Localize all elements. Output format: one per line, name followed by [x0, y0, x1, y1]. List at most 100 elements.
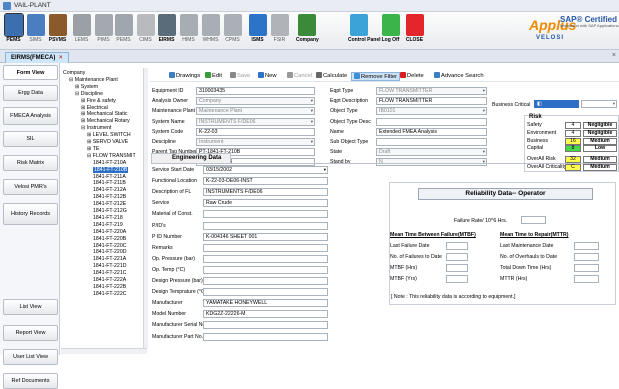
- field-input[interactable]: Maintenance Plant ▾: [196, 107, 315, 116]
- tree-node[interactable]: 1841-FT-212A: [93, 187, 126, 193]
- module-button-isms[interactable]: ISMS: [247, 14, 268, 43]
- tree-node[interactable]: ⊞ TE: [87, 146, 99, 152]
- mttr-row-input[interactable]: [574, 264, 599, 272]
- nav-list-view[interactable]: List View: [3, 299, 58, 315]
- mttr-row-input[interactable]: [574, 275, 599, 283]
- tree-node[interactable]: 1841-FT-219: [93, 222, 123, 228]
- module-button-control-panel[interactable]: Control Panel: [348, 14, 381, 43]
- eng-input[interactable]: [203, 288, 328, 297]
- module-button-pems[interactable]: PEMS: [113, 14, 134, 43]
- module-button-pems[interactable]: PEMS: [3, 13, 24, 43]
- module-button-psvms[interactable]: PSVMS: [47, 14, 68, 43]
- tab-eirms-fmeca[interactable]: EIRMS(FMECA) ×: [5, 52, 69, 63]
- tree-node[interactable]: ⊞ LEVEL SWITCH: [87, 132, 131, 138]
- eng-input[interactable]: [203, 210, 328, 219]
- failure-rate-input[interactable]: [521, 216, 546, 224]
- action-calculate[interactable]: Calculate: [316, 72, 347, 79]
- action-advance-search[interactable]: Advance Search: [434, 72, 484, 79]
- field-input[interactable]: FLOW TRANSMITTER: [376, 97, 487, 106]
- module-button-company[interactable]: Company: [296, 14, 319, 43]
- tree-node[interactable]: ⊞ Electrical: [81, 105, 108, 111]
- tree-node[interactable]: ⊟ FLOW TRANSMIT: [87, 153, 136, 159]
- action-save[interactable]: Save: [230, 72, 250, 79]
- field-input[interactable]: [376, 117, 487, 126]
- nav-history-records[interactable]: History Records: [3, 203, 58, 225]
- close-all-icon[interactable]: ×: [612, 52, 616, 59]
- tree-node[interactable]: 1841-FT-212B: [93, 194, 126, 200]
- action-edit[interactable]: Edit: [205, 72, 222, 79]
- eng-input[interactable]: 03/15/2002 ▾: [203, 166, 328, 174]
- module-button-hims[interactable]: HIMS: [178, 14, 199, 43]
- module-button-close[interactable]: CLOSE: [404, 14, 425, 43]
- tree-node[interactable]: ⊞ Fire & safety: [81, 98, 116, 104]
- tree-node[interactable]: 1841-FT-218: [93, 215, 123, 221]
- field-input[interactable]: Draft ▾: [376, 148, 487, 157]
- module-button-log-off[interactable]: Log Off: [380, 14, 401, 43]
- eng-input[interactable]: [203, 254, 328, 263]
- eng-input[interactable]: [203, 265, 328, 274]
- tree-node[interactable]: 1841-FT-211B: [93, 180, 126, 186]
- eng-input[interactable]: YAMATAKE HONEYWELL: [203, 299, 328, 308]
- action-new[interactable]: New: [258, 72, 277, 79]
- eng-input[interactable]: [203, 221, 328, 230]
- tree-node[interactable]: 1841-FT-222A: [93, 277, 126, 283]
- mtbf-row-input[interactable]: [446, 264, 468, 272]
- nav-sil[interactable]: SIL: [3, 131, 58, 147]
- tree-node[interactable]: 1841-FT-220A: [93, 229, 126, 235]
- eng-input[interactable]: [203, 321, 328, 330]
- eng-input[interactable]: [203, 277, 328, 285]
- module-button-whms[interactable]: WHMS: [200, 14, 221, 43]
- tree-node[interactable]: ⊟ Instrument: [81, 125, 111, 131]
- action-cancel[interactable]: Cancel: [287, 72, 312, 79]
- module-button-lems[interactable]: LEMS: [71, 14, 92, 43]
- tree-node[interactable]: 1841-FT-221C: [93, 270, 126, 276]
- tree-node-selected[interactable]: 1841-FT-210B: [93, 166, 129, 173]
- tree-node[interactable]: 1841-FT-221D: [93, 263, 126, 269]
- mtbf-row-input[interactable]: [446, 275, 468, 283]
- module-button-sims[interactable]: SIMS: [25, 14, 46, 43]
- eng-input[interactable]: K-004146 SHEET 001: [203, 232, 328, 241]
- module-button-eirms[interactable]: EIRMS: [156, 14, 177, 43]
- mttr-row-input[interactable]: [574, 253, 599, 261]
- tree-vertical-scrollbar[interactable]: [143, 68, 148, 348]
- tree-node[interactable]: ⊞ Mechanical Rotary: [81, 118, 130, 124]
- nav-fmeca-analysis[interactable]: FMECA Analysis: [3, 107, 58, 125]
- field-input[interactable]: 310003435: [196, 87, 315, 95]
- tree-node[interactable]: 1841-FT-220B: [93, 236, 126, 242]
- tree-node[interactable]: ⊟ Maintenance Plant: [69, 77, 118, 83]
- tree-node[interactable]: 1841-FT-222C: [93, 291, 126, 297]
- field-input[interactable]: INSTRUMENTS F/DE06 ▾: [196, 117, 315, 126]
- tree-node[interactable]: 1841-FT-222B: [93, 284, 126, 290]
- field-input[interactable]: FLOW TRANSMITTER ▾: [376, 87, 487, 95]
- module-button-pims[interactable]: PIMS: [93, 14, 114, 43]
- nav-ref-documents[interactable]: Ref Documents: [3, 373, 58, 389]
- tree-node[interactable]: 1841-FT-221A: [93, 256, 126, 262]
- tree-node[interactable]: ⊞ SERVO VALVE: [87, 139, 128, 145]
- mtbf-row-input[interactable]: [446, 253, 468, 261]
- tree-node[interactable]: 1841-FT-220D: [93, 249, 126, 255]
- module-button-cpms[interactable]: CPMS: [222, 14, 243, 43]
- business-critical-select[interactable]: ▾: [581, 100, 617, 108]
- field-input[interactable]: Company ▾: [196, 97, 315, 106]
- tree-horizontal-scrollbar[interactable]: [61, 348, 147, 354]
- tree-node[interactable]: 1841-FT-210A: [93, 160, 126, 166]
- mttr-row-input[interactable]: [574, 242, 599, 250]
- eng-input[interactable]: K-22-03-DE06-INST: [203, 177, 328, 186]
- nav-report-view[interactable]: Report View: [3, 325, 58, 341]
- business-critical-badge[interactable]: ◧: [534, 100, 579, 108]
- mtbf-row-input[interactable]: [446, 242, 468, 250]
- eng-input[interactable]: INSTRUMENTS F/DE06: [203, 188, 328, 197]
- field-input[interactable]: [376, 138, 487, 146]
- field-input[interactable]: Instrument ▾: [196, 138, 315, 146]
- action-drawings[interactable]: Drawings: [169, 72, 200, 79]
- tab-engineering-data[interactable]: Engineering Data: [151, 153, 231, 163]
- eng-input[interactable]: [203, 332, 328, 341]
- field-input[interactable]: K-22-03: [196, 127, 315, 136]
- tree-node[interactable]: ⊞ System: [75, 84, 98, 90]
- action-delete[interactable]: Delete: [400, 72, 424, 79]
- tree-node[interactable]: 1841-FT-212G: [93, 208, 127, 214]
- nav-risk-matrix[interactable]: Risk Matrix: [3, 155, 58, 171]
- field-input[interactable]: Extended FMEA Analysis: [376, 127, 487, 136]
- module-button-cims[interactable]: CIMS: [135, 14, 156, 43]
- tree-node[interactable]: 1841-FT-220C: [93, 243, 126, 249]
